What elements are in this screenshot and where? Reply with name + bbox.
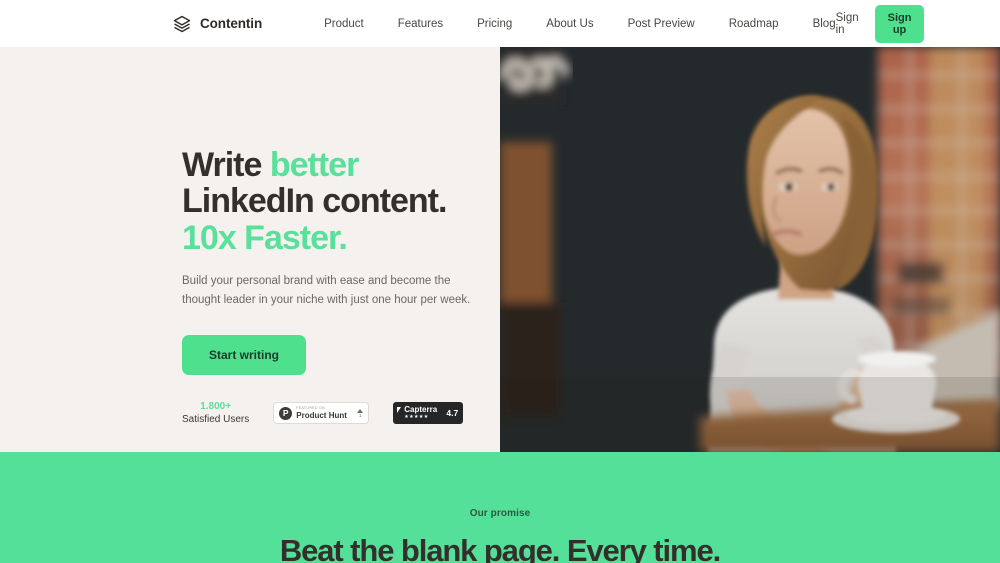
nav-item-pricing[interactable]: Pricing bbox=[477, 18, 512, 30]
capterra-score: 4.7 bbox=[446, 408, 459, 419]
hero-section: Write better LinkedIn content. 10x Faste… bbox=[0, 47, 1000, 452]
header-actions: Sign in Sign up bbox=[836, 4, 925, 43]
capterra-texts: Capterra ★★★★★ bbox=[404, 406, 437, 420]
sign-up-button[interactable]: Sign up bbox=[874, 4, 925, 43]
product-hunt-texts: FEATURED ON Product Hunt bbox=[296, 406, 347, 420]
sign-in-link[interactable]: Sign in bbox=[836, 12, 859, 36]
product-hunt-badge[interactable]: P FEATURED ON Product Hunt 1 bbox=[273, 402, 370, 425]
product-hunt-upvote[interactable]: 1 bbox=[357, 408, 364, 419]
headline-part-1: Write bbox=[182, 146, 270, 184]
nav-item-roadmap[interactable]: Roadmap bbox=[729, 18, 779, 30]
nav-item-post-preview[interactable]: Post Preview bbox=[628, 18, 695, 30]
capterra-badge[interactable]: Capterra ★★★★★ 4.7 bbox=[393, 402, 464, 425]
hero-photo bbox=[500, 47, 1000, 452]
product-hunt-icon: P bbox=[279, 406, 293, 420]
social-proof-row: 1.800+ Satisfied Users P FEATURED ON Pro… bbox=[182, 400, 500, 426]
promise-heading: Beat the blank page. Every time. bbox=[279, 533, 721, 563]
satisfied-users-label: Satisfied Users bbox=[182, 414, 250, 426]
headline-accent-better: better bbox=[269, 146, 359, 184]
satisfied-users-count: 1.800+ bbox=[200, 401, 232, 413]
promise-eyebrow: Our promise bbox=[469, 508, 531, 519]
brand-logo[interactable]: Contentin bbox=[172, 14, 262, 34]
brand-name: Contentin bbox=[200, 16, 263, 31]
headline-accent-faster: 10x Faster. bbox=[182, 218, 348, 257]
nav-item-features[interactable]: Features bbox=[398, 18, 443, 30]
product-hunt-vote-count: 1 bbox=[358, 412, 362, 418]
capterra-stars-icon: ★★★★★ bbox=[404, 414, 429, 421]
nav-item-blog[interactable]: Blog bbox=[813, 18, 836, 30]
nav-item-about-us[interactable]: About Us bbox=[546, 18, 593, 30]
site-header: Contentin Product Features Pricing About… bbox=[0, 0, 1000, 47]
headline-part-2: LinkedIn content. bbox=[182, 182, 447, 221]
hero-content: Write better LinkedIn content. 10x Faste… bbox=[0, 47, 500, 452]
capterra-name: Capterra bbox=[404, 405, 438, 415]
promise-section: Our promise Beat the blank page. Every t… bbox=[0, 452, 1000, 563]
product-hunt-name: Product Hunt bbox=[296, 410, 347, 420]
hero-headline: Write better LinkedIn content. 10x Faste… bbox=[182, 147, 482, 256]
nav-item-product[interactable]: Product bbox=[324, 18, 364, 30]
layers-icon bbox=[172, 14, 192, 34]
capterra-flag-icon bbox=[397, 407, 402, 419]
hero-subtitle: Build your personal brand with ease and … bbox=[182, 275, 471, 306]
satisfied-users-stat: 1.800+ Satisfied Users bbox=[182, 400, 249, 426]
main-navigation: Product Features Pricing About Us Post P… bbox=[324, 18, 836, 30]
start-writing-button[interactable]: Start writing bbox=[182, 335, 307, 376]
